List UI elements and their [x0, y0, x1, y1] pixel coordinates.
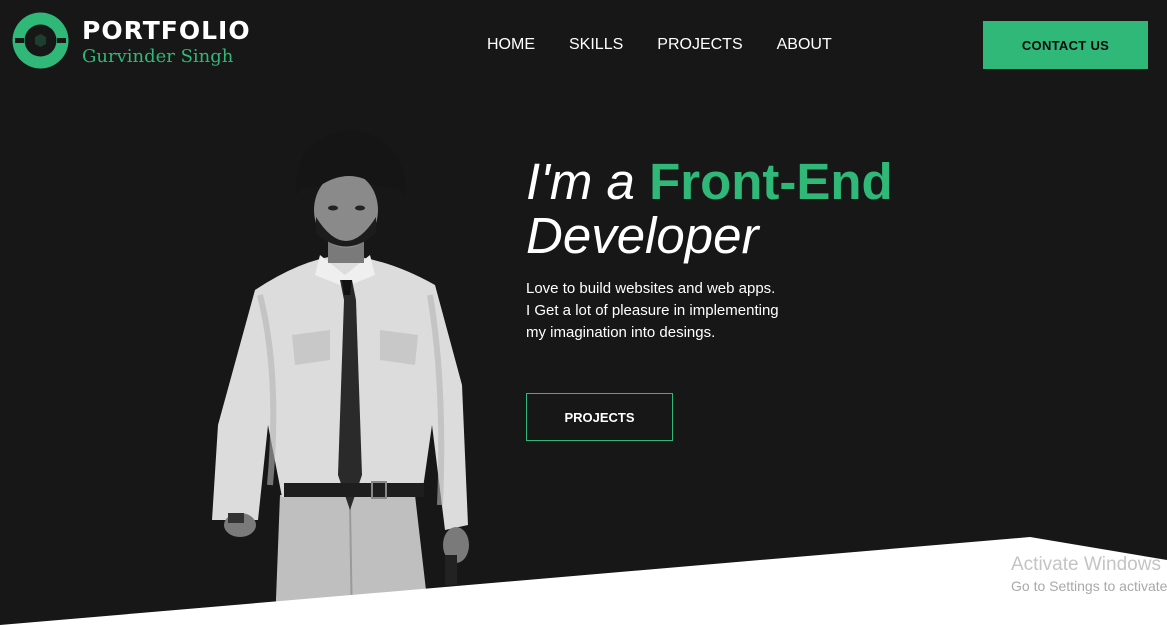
watermark-title: Activate Windows: [1011, 554, 1161, 575]
nav-item-skills[interactable]: SKILLS: [569, 34, 623, 56]
headline-line-1: I'm a Front-End: [526, 156, 893, 210]
headline-prefix: I'm a: [526, 153, 635, 210]
nav-item-projects[interactable]: PROJECTS: [657, 34, 742, 56]
logo-badge-icon: [12, 12, 69, 69]
logo-text: PORTFOLIO Gurvinder Singh: [82, 16, 251, 66]
intro-line: my imagination into desings.: [526, 324, 716, 341]
nav-item-home[interactable]: HOME: [487, 34, 535, 56]
intro-line: Love to build websites and web apps.: [526, 280, 776, 297]
contact-us-button[interactable]: CONTACT US: [983, 21, 1148, 69]
activate-windows-watermark: Activate Windows Go to Settings to activ…: [1011, 555, 1167, 593]
watermark-subtitle: Go to Settings to activate Windows.: [1011, 578, 1167, 594]
portrait-photo: [212, 130, 469, 625]
main-nav: HOME SKILLS PROJECTS ABOUT: [487, 34, 832, 56]
headline-line-2: Developer: [526, 207, 759, 264]
logo-title: PORTFOLIO: [82, 15, 251, 45]
hero-intro: Love to build websites and web apps. I G…: [526, 278, 846, 344]
projects-button[interactable]: PROJECTS: [526, 393, 673, 441]
nav-item-about[interactable]: ABOUT: [777, 34, 832, 56]
logo[interactable]: PORTFOLIO Gurvinder Singh: [12, 12, 251, 69]
intro-line: I Get a lot of pleasure in implementing: [526, 302, 779, 319]
logo-subtitle: Gurvinder Singh: [82, 45, 234, 67]
portfolio-page: PORTFOLIO Gurvinder Singh HOME SKILLS PR…: [0, 0, 1167, 625]
hero-headline: I'm a Front-End Developer: [526, 156, 893, 261]
headline-accent: Front-End: [649, 153, 893, 210]
